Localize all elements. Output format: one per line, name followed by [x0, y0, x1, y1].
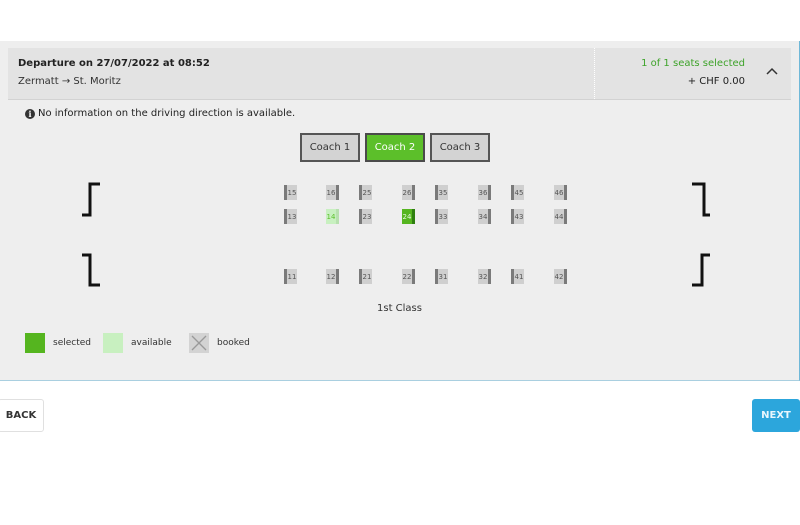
class-label: 1st Class	[377, 303, 422, 314]
journey-header[interactable]: Departure on 27/07/2022 at 08:52 Zermatt…	[8, 48, 791, 100]
seat[interactable]: 43	[511, 209, 524, 224]
door-left-bottom-icon	[82, 253, 100, 287]
chevron-up-icon[interactable]	[765, 65, 779, 79]
door-right-top-icon	[692, 182, 710, 217]
seat[interactable]: 42	[554, 269, 567, 284]
back-button[interactable]: BACK	[0, 399, 44, 432]
seat[interactable]: 12	[326, 269, 339, 284]
coach-2-button[interactable]: Coach 2	[365, 133, 425, 162]
legend-label: selected	[53, 338, 91, 348]
next-button[interactable]: NEXT	[752, 399, 800, 432]
seat-available[interactable]: 14	[326, 209, 339, 224]
seat[interactable]: 15	[284, 185, 297, 200]
legend-available: available	[103, 333, 172, 353]
seats-selected-status: 1 of 1 seats selected	[641, 58, 745, 69]
seat[interactable]: 44	[554, 209, 567, 224]
legend-booked: booked	[189, 333, 250, 353]
seat[interactable]: 45	[511, 185, 524, 200]
header-divider	[594, 48, 595, 99]
seat[interactable]: 32	[478, 269, 491, 284]
seat[interactable]: 36	[478, 185, 491, 200]
seat[interactable]: 23	[359, 209, 372, 224]
available-swatch	[103, 333, 123, 353]
legend-selected: selected	[25, 333, 91, 353]
door-left-top-icon	[82, 182, 100, 217]
legend-label: booked	[217, 338, 250, 348]
seat[interactable]: 33	[435, 209, 448, 224]
info-text: No information on the driving direction …	[38, 108, 296, 119]
departure-title: Departure on 27/07/2022 at 08:52	[18, 58, 210, 69]
booked-cross-icon	[189, 333, 209, 353]
driving-direction-info: i No information on the driving directio…	[25, 108, 295, 119]
seat[interactable]: 11	[284, 269, 297, 284]
seat[interactable]: 46	[554, 185, 567, 200]
coach-3-button[interactable]: Coach 3	[430, 133, 490, 162]
price-text: + CHF 0.00	[687, 76, 745, 87]
legend-label: available	[131, 338, 172, 348]
door-right-bottom-icon	[692, 253, 710, 287]
seat[interactable]: 35	[435, 185, 448, 200]
info-icon: i	[25, 108, 35, 119]
route-text: Zermatt → St. Moritz	[18, 76, 121, 87]
selected-swatch	[25, 333, 45, 353]
seat[interactable]: 34	[478, 209, 491, 224]
seat[interactable]: 26	[402, 185, 415, 200]
seat-selected[interactable]: 24	[402, 209, 415, 224]
seat[interactable]: 22	[402, 269, 415, 284]
seat-reservation-panel: Departure on 27/07/2022 at 08:52 Zermatt…	[0, 41, 800, 381]
coach-1-button[interactable]: Coach 1	[300, 133, 360, 162]
seat[interactable]: 13	[284, 209, 297, 224]
seat[interactable]: 31	[435, 269, 448, 284]
seat[interactable]: 16	[326, 185, 339, 200]
seat[interactable]: 41	[511, 269, 524, 284]
seat[interactable]: 25	[359, 185, 372, 200]
seat[interactable]: 21	[359, 269, 372, 284]
